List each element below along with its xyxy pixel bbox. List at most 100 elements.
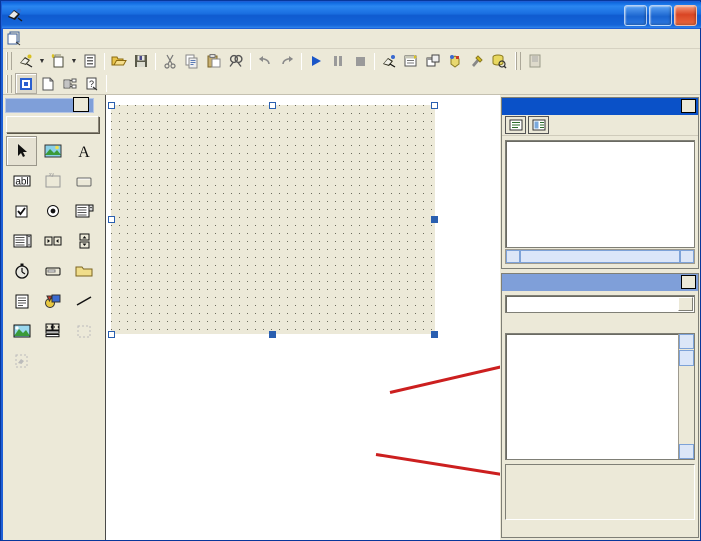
form-layout-icon[interactable] bbox=[422, 51, 444, 72]
line-tool-icon[interactable] bbox=[68, 286, 99, 316]
start-icon[interactable] bbox=[305, 51, 327, 72]
menu-item-window[interactable] bbox=[158, 37, 170, 41]
save-project-icon[interactable] bbox=[130, 51, 152, 72]
selection-handle-bottom-left[interactable] bbox=[108, 331, 115, 338]
project-explorer-close-button[interactable] bbox=[681, 99, 696, 113]
help-icon[interactable]: ? bbox=[81, 73, 103, 94]
mdi-restore-button[interactable] bbox=[664, 31, 680, 46]
label-tool-icon[interactable]: A bbox=[68, 136, 99, 166]
object-browser-icon[interactable] bbox=[444, 51, 466, 72]
chevron-down-icon[interactable] bbox=[678, 297, 693, 311]
properties-object-combo[interactable] bbox=[505, 295, 695, 313]
add-form-icon[interactable] bbox=[47, 51, 69, 72]
mdi-document-icon[interactable] bbox=[6, 31, 22, 47]
menu-item-help[interactable] bbox=[170, 37, 182, 41]
selection-handle-middle-left[interactable] bbox=[108, 216, 115, 223]
drivelistbox-tool-icon[interactable] bbox=[37, 256, 68, 286]
project-explorer-icon[interactable] bbox=[378, 51, 400, 72]
break-icon[interactable] bbox=[327, 51, 349, 72]
properties-scroll-down-button[interactable] bbox=[679, 444, 694, 459]
toolbar-grip[interactable] bbox=[6, 52, 12, 70]
visual-component-manager-icon[interactable] bbox=[524, 51, 546, 72]
selection-handle-top-left[interactable] bbox=[108, 102, 115, 109]
properties-scroll-thumb[interactable] bbox=[679, 350, 694, 366]
window-controls bbox=[624, 4, 697, 26]
undo-icon[interactable] bbox=[254, 51, 276, 72]
menu-item-diagram[interactable] bbox=[122, 37, 134, 41]
menu-item-query[interactable] bbox=[110, 37, 122, 41]
menu-item-file[interactable] bbox=[26, 37, 38, 41]
picturebox-tool-icon[interactable] bbox=[37, 136, 68, 166]
frame-tool-icon[interactable]: xy bbox=[37, 166, 68, 196]
textbox-tool-icon[interactable]: abl bbox=[6, 166, 37, 196]
selection-handle-bottom-center[interactable] bbox=[269, 331, 276, 338]
data-tool-icon[interactable] bbox=[37, 316, 68, 346]
cut-icon[interactable] bbox=[159, 51, 181, 72]
listbox-tool-icon[interactable] bbox=[6, 226, 37, 256]
menu-item-tools[interactable] bbox=[134, 37, 146, 41]
view-object-icon[interactable] bbox=[528, 116, 549, 134]
open-project-icon[interactable] bbox=[108, 51, 130, 72]
selection-handle-bottom-right[interactable] bbox=[431, 331, 438, 338]
selection-handle-top-center[interactable] bbox=[269, 102, 276, 109]
menu-item-format[interactable] bbox=[74, 37, 86, 41]
toolbar-grip[interactable] bbox=[6, 74, 12, 93]
properties-vscrollbar[interactable] bbox=[678, 334, 694, 459]
paste-icon[interactable] bbox=[203, 51, 225, 72]
vscrollbar-tool-icon[interactable] bbox=[68, 226, 99, 256]
mdi-close-button[interactable] bbox=[681, 31, 697, 46]
optionbutton-tool-icon[interactable] bbox=[37, 196, 68, 226]
checkbox-tool-icon[interactable] bbox=[6, 196, 37, 226]
menu-item-edit[interactable] bbox=[38, 37, 50, 41]
new-usercontrol-icon[interactable] bbox=[15, 73, 37, 94]
hscrollbar-tool-icon[interactable] bbox=[37, 226, 68, 256]
window-close-button[interactable] bbox=[674, 4, 697, 26]
combobox-tool-icon[interactable] bbox=[68, 196, 99, 226]
usercontrol-design-surface[interactable] bbox=[111, 105, 435, 334]
ole-tool-icon[interactable] bbox=[68, 316, 99, 346]
properties-scroll-up-button[interactable] bbox=[679, 334, 694, 349]
usercontrol-tool-icon[interactable] bbox=[6, 346, 37, 376]
data-view-icon[interactable] bbox=[488, 51, 510, 72]
project-scroll-left-button[interactable] bbox=[506, 250, 520, 263]
menu-item-debug[interactable] bbox=[86, 37, 98, 41]
menu-editor-icon[interactable] bbox=[79, 51, 101, 72]
view-code-icon[interactable] bbox=[505, 116, 526, 134]
toolbox-tab-general[interactable] bbox=[6, 116, 99, 133]
shape-tool-icon[interactable] bbox=[37, 286, 68, 316]
window-minimize-button[interactable] bbox=[624, 4, 647, 26]
project-tree[interactable] bbox=[505, 140, 695, 248]
new-page-icon[interactable] bbox=[37, 73, 59, 94]
selection-handle-middle-right[interactable] bbox=[431, 216, 438, 223]
pointer-tool-icon[interactable] bbox=[6, 136, 37, 166]
add-project-icon[interactable] bbox=[15, 51, 37, 72]
menu-item-project[interactable] bbox=[62, 37, 74, 41]
project-scroll-thumb[interactable] bbox=[520, 250, 680, 263]
filelistbox-tool-icon[interactable] bbox=[6, 286, 37, 316]
mdi-minimize-button[interactable] bbox=[647, 31, 663, 46]
new-diagram-icon[interactable] bbox=[59, 73, 81, 94]
project-scroll-right-button[interactable] bbox=[680, 250, 694, 263]
menu-item-view[interactable] bbox=[50, 37, 62, 41]
redo-icon[interactable] bbox=[276, 51, 298, 72]
toolbox-icon[interactable] bbox=[466, 51, 488, 72]
toolbar-grip[interactable] bbox=[515, 52, 521, 70]
copy-icon[interactable] bbox=[181, 51, 203, 72]
selection-handle-top-right[interactable] bbox=[431, 102, 438, 109]
properties-close-button[interactable] bbox=[681, 275, 696, 289]
project-tree-hscrollbar[interactable] bbox=[505, 249, 695, 264]
find-icon[interactable] bbox=[225, 51, 247, 72]
add-project-dropdown-arrow[interactable]: ▼ bbox=[37, 51, 47, 72]
menu-item-add-ins[interactable] bbox=[146, 37, 158, 41]
add-form-dropdown-arrow[interactable]: ▼ bbox=[69, 51, 79, 72]
image-tool-icon[interactable] bbox=[6, 316, 37, 346]
window-maximize-button[interactable] bbox=[649, 4, 672, 26]
dirlistbox-tool-icon[interactable] bbox=[68, 256, 99, 286]
toolbox-close-button[interactable] bbox=[73, 97, 89, 112]
timer-tool-icon[interactable] bbox=[6, 256, 37, 286]
properties-grid[interactable] bbox=[505, 333, 695, 460]
properties-window-icon[interactable] bbox=[400, 51, 422, 72]
end-icon[interactable] bbox=[349, 51, 371, 72]
menu-item-run[interactable] bbox=[98, 37, 110, 41]
commandbutton-tool-icon[interactable] bbox=[68, 166, 99, 196]
